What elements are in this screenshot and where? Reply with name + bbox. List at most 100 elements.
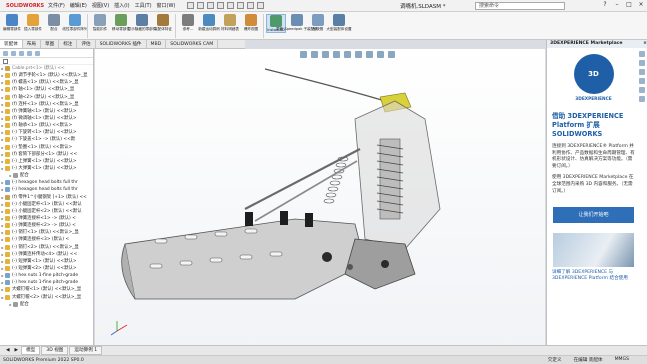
tree-item[interactable]: ▸ (-) 销钉<1> (默认) <<默认>_显 — [0, 229, 93, 236]
tree-item[interactable]: ▸ (-) 小腿固定杆<1> (默认) <<默认 — [0, 201, 93, 208]
tree-item[interactable]: ▸ Cable.prt<1> (默认) << — [0, 65, 93, 72]
ribbon-button[interactable]: 材料明细表 — [220, 14, 240, 31]
close-pane-icon[interactable]: × — [643, 40, 647, 48]
tree-item[interactable]: ▸ (f) 弹簧轴<1> (默认) <<默认> — [0, 108, 93, 115]
small-spring[interactable] — [323, 156, 349, 204]
zoom-area-icon[interactable] — [311, 51, 318, 58]
pivot-bolt-1[interactable] — [322, 252, 332, 262]
tree-item[interactable]: ▸ (f) 调节手轮<1> (默认) <<默认>_显 — [0, 72, 93, 79]
ribbon-button[interactable]: 新建运动算例 — [198, 14, 220, 31]
undo-icon[interactable] — [227, 2, 235, 9]
tree-item[interactable]: ▸ (-) 上弹簧<1> (默认) <<默认> — [0, 158, 93, 165]
tab[interactable]: MBD — [147, 40, 167, 48]
tree-item[interactable]: ▸ 配合 — [0, 172, 93, 179]
appearance-icon[interactable] — [377, 51, 384, 58]
tree-item[interactable]: ▸ (-) 垫圈<1> (默认) <<默认> — [0, 144, 93, 151]
rebuild-icon[interactable] — [247, 2, 255, 9]
tree-item[interactable]: ▸ (-) hexagon head bolts full thr — [0, 179, 93, 186]
ribbon-button[interactable]: 更新 Speedpak 子装配体 — [276, 14, 318, 31]
open-icon[interactable] — [197, 2, 205, 9]
tree-item[interactable]: ▸ (-) 短弹簧<1> (默认) <<默认> — [0, 258, 93, 265]
tree-item[interactable]: ▸ 配合 — [0, 301, 93, 308]
next-tab-arrow-icon[interactable]: ▶ — [13, 347, 21, 354]
maximize-button[interactable]: □ — [625, 1, 633, 10]
property-manager-tab-icon[interactable] — [11, 50, 16, 56]
tree-item[interactable]: ▸ (f) 连杆<1> (默认) <<默认>_显 — [0, 101, 93, 108]
menu-item[interactable]: 工具(T) — [135, 2, 152, 9]
bottom-tab[interactable]: 3D 视图 — [41, 346, 69, 355]
menu-item[interactable]: 窗口(W) — [157, 2, 176, 9]
solidworks-logo[interactable]: SOLIDWORKS — [0, 3, 44, 9]
tab[interactable]: 评估 — [77, 40, 96, 48]
view-orientation-icon[interactable] — [344, 51, 351, 58]
section-view-icon[interactable] — [333, 51, 340, 58]
tree-item[interactable]: ▸ 大螺钉帽<1> (默认) <<默认>_显 — [0, 286, 93, 293]
dimxpert-tab-icon[interactable] — [27, 50, 32, 56]
tree-item[interactable]: ▸ (f) 微调轴<1> (默认) <<默认> — [0, 115, 93, 122]
tree-item[interactable]: ▸ (-) 下旋转<1> (默认) <<默认> — [0, 129, 93, 136]
tree-item[interactable]: ▸ (f) 轴<2> (默认) <<默认>_显 — [0, 94, 93, 101]
display-style-icon[interactable] — [355, 51, 362, 58]
hide-show-items-icon[interactable] — [366, 51, 373, 58]
tree-item[interactable]: ▸ (-) 弹簧连杆传动<4> (默认) << — [0, 251, 93, 258]
tree-item[interactable]: ▸ (-) 弹簧连接杆<2> -> (默认) < — [0, 222, 93, 229]
ribbon-button[interactable]: 参考... — [178, 14, 198, 31]
save-icon[interactable] — [207, 2, 215, 9]
tree-item[interactable]: ▸ (f) 轴<1> (默认) <<默认>_显 — [0, 86, 93, 93]
ribbon-button[interactable]: 大型装配体设置 — [326, 14, 352, 31]
tree-item[interactable]: ▸ (-) 弹簧连接杆<3> (默认) < — [0, 236, 93, 243]
print-icon[interactable] — [217, 2, 225, 9]
ribbon-button[interactable]: 拍快照 — [308, 14, 328, 31]
ribbon-button[interactable]: 智能扣件 — [90, 14, 110, 31]
search-input[interactable]: 搜索命令 — [475, 2, 565, 10]
knee-joint[interactable] — [344, 238, 416, 290]
menu-item[interactable]: 文件(F) — [48, 2, 65, 9]
cable[interactable] — [264, 68, 386, 102]
pivot-bolt-2[interactable] — [381, 260, 389, 268]
tree-item[interactable]: ▸ (f) 螺盖<1> (默认) <<默认>_显 — [0, 79, 93, 86]
tree-item[interactable]: ▸ (f) 轴承<1> (默认) <<默认> — [0, 122, 93, 129]
new-icon[interactable] — [187, 2, 195, 9]
tree-item[interactable]: ▸ (-) 弹簧连接杆<1> -> (默认) < — [0, 215, 93, 222]
zoom-to-fit-icon[interactable] — [300, 51, 307, 58]
tree-item[interactable]: ▸ (-) 销钉<2> (默认) <<默认>_显 — [0, 244, 93, 251]
ribbon-button[interactable]: 编辑零部件 — [2, 14, 22, 31]
tab[interactable]: 装配体 — [0, 40, 23, 48]
tree-item[interactable]: ▸ (-) 短弹簧<2> (默认) <<默认> — [0, 265, 93, 272]
ribbon-button[interactable]: 线性零部件阵列 — [62, 14, 88, 31]
pin[interactable] — [347, 264, 353, 270]
link-rod-1[interactable] — [244, 148, 361, 210]
menu-item[interactable]: 视图(V) — [92, 2, 109, 9]
tree-item[interactable]: ▸ (-) hex nuts 1-fine pitch-grade — [0, 272, 93, 279]
menu-item[interactable]: 插入(I) — [114, 2, 129, 9]
unit-system[interactable]: MMGS — [615, 357, 629, 363]
tree-filter[interactable] — [0, 58, 93, 65]
get-started-button[interactable]: 让我们开始吧 — [553, 207, 634, 224]
tree-item[interactable]: ▸ (-) hex nuts 1-fine pitch-grade — [0, 279, 93, 286]
configuration-tab-icon[interactable] — [19, 50, 24, 56]
help-icon[interactable]: ? — [601, 1, 609, 10]
options-icon[interactable] — [257, 2, 265, 9]
tree-item[interactable]: ▸ (-) hexagon head bolts full thr — [0, 186, 93, 193]
tree-item[interactable]: ▸ (f) 零件1^小腿钢架 [+1> (默认) << — [0, 194, 93, 201]
select-icon[interactable] — [237, 2, 245, 9]
tree-item[interactable]: ▸ (f) 套筒下部部分<1> (默认) << — [0, 151, 93, 158]
minimize-button[interactable]: – — [613, 1, 621, 10]
tree-item[interactable]: ▸ (-) 大弹簧<1> (默认) <<默认> — [0, 165, 93, 172]
menu-item[interactable]: 编辑(E) — [70, 2, 87, 9]
link-rod-2[interactable] — [254, 160, 358, 222]
ribbon-button[interactable]: 显示隐藏的零部件 — [128, 14, 156, 31]
previous-view-icon[interactable] — [322, 51, 329, 58]
tree-item[interactable]: ▸ (-) 小腿固定杆<2> (默认) <<默认 — [0, 208, 93, 215]
close-button[interactable]: × — [637, 1, 645, 10]
tab[interactable]: 标注 — [59, 40, 78, 48]
ribbon-button[interactable]: 配合 — [44, 14, 64, 31]
bottom-tab[interactable]: 运动算例 1 — [69, 346, 103, 355]
tree-item[interactable]: ▸ 大螺钉帽<2> (默认) <<默认>_显 — [0, 294, 93, 301]
tab[interactable]: 布局 — [23, 40, 41, 48]
learn-more-link[interactable]: 详细了解 3DEXPERIENCE 与 3DEXPERIENCE Platfor… — [547, 267, 640, 282]
tree-item[interactable]: ▸ (-) 下旋盖<1> -> (默认) <<默 — [0, 136, 93, 143]
first-tab-arrow-icon[interactable]: ◀ — [4, 347, 12, 354]
tab[interactable]: SOLIDWORKS 插件 — [96, 40, 147, 48]
ribbon-button[interactable]: 装配体特征 — [153, 14, 173, 31]
